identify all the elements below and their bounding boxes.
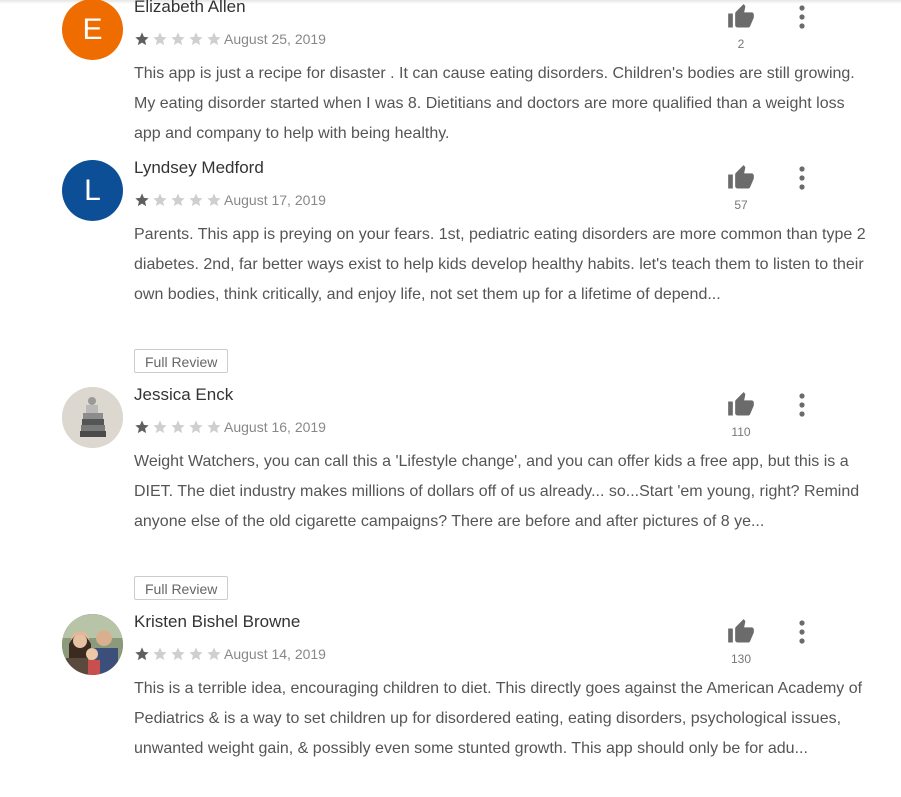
helpful-count: 110 — [731, 425, 751, 439]
star-icon — [135, 647, 149, 661]
reviewer-name[interactable]: Lyndsey Medford — [134, 158, 264, 178]
star-rating — [134, 192, 224, 208]
avatar-letter: E — [82, 12, 103, 46]
more-vertical-icon[interactable] — [793, 392, 811, 420]
avatar[interactable] — [62, 387, 123, 448]
star-rating — [134, 646, 224, 662]
thumbs-up-icon[interactable] — [726, 618, 756, 646]
avatar-letter: L — [84, 173, 101, 207]
thumbs-up-icon[interactable] — [726, 164, 756, 192]
review-date: August 25, 2019 — [224, 31, 326, 47]
helpful-count: 130 — [730, 652, 752, 666]
review-text: Parents. This app is preying on your fea… — [134, 226, 866, 303]
star-rating — [134, 419, 224, 435]
avatar[interactable]: E — [62, 0, 123, 60]
star-icon — [171, 32, 185, 46]
review-date: August 16, 2019 — [224, 419, 326, 435]
thumbs-up-icon[interactable] — [726, 391, 756, 419]
review-date: August 14, 2019 — [224, 646, 326, 662]
more-vertical-icon[interactable] — [793, 165, 811, 193]
star-icon — [153, 32, 167, 46]
star-icon — [207, 32, 221, 46]
star-icon — [153, 647, 167, 661]
star-icon — [135, 420, 149, 434]
thumbs-up-icon[interactable] — [726, 3, 756, 31]
star-icon — [207, 647, 221, 661]
reviewer-name[interactable]: Elizabeth Allen — [134, 0, 246, 17]
star-icon — [171, 193, 185, 207]
reviewer-name[interactable]: Kristen Bishel Browne — [134, 612, 300, 632]
star-icon — [189, 32, 203, 46]
star-icon — [171, 420, 185, 434]
star-icon — [135, 32, 149, 46]
review-text: This app is just a recipe for disaster .… — [134, 65, 855, 142]
helpful-count: 57 — [734, 198, 748, 212]
full-review-button[interactable]: Full Review — [134, 349, 229, 373]
star-icon — [207, 193, 221, 207]
avatar[interactable]: L — [62, 160, 123, 221]
star-icon — [189, 193, 203, 207]
helpful-count: 2 — [737, 37, 745, 51]
more-vertical-icon[interactable] — [793, 619, 811, 647]
star-icon — [153, 193, 167, 207]
full-review-button[interactable]: Full Review — [134, 576, 229, 600]
star-icon — [135, 193, 149, 207]
review-text: This is a terrible idea, encouraging chi… — [134, 680, 863, 757]
avatar-photo — [62, 387, 123, 448]
star-icon — [153, 420, 167, 434]
star-icon — [189, 647, 203, 661]
reviewer-name[interactable]: Jessica Enck — [134, 385, 233, 405]
star-icon — [171, 647, 185, 661]
star-rating — [134, 31, 224, 47]
star-icon — [207, 420, 221, 434]
star-icon — [189, 420, 203, 434]
review-text: Weight Watchers, you can call this a 'Li… — [134, 453, 860, 530]
avatar-photo — [62, 614, 123, 675]
review-date: August 17, 2019 — [224, 192, 326, 208]
more-vertical-icon[interactable] — [793, 4, 811, 32]
avatar[interactable] — [62, 614, 123, 675]
